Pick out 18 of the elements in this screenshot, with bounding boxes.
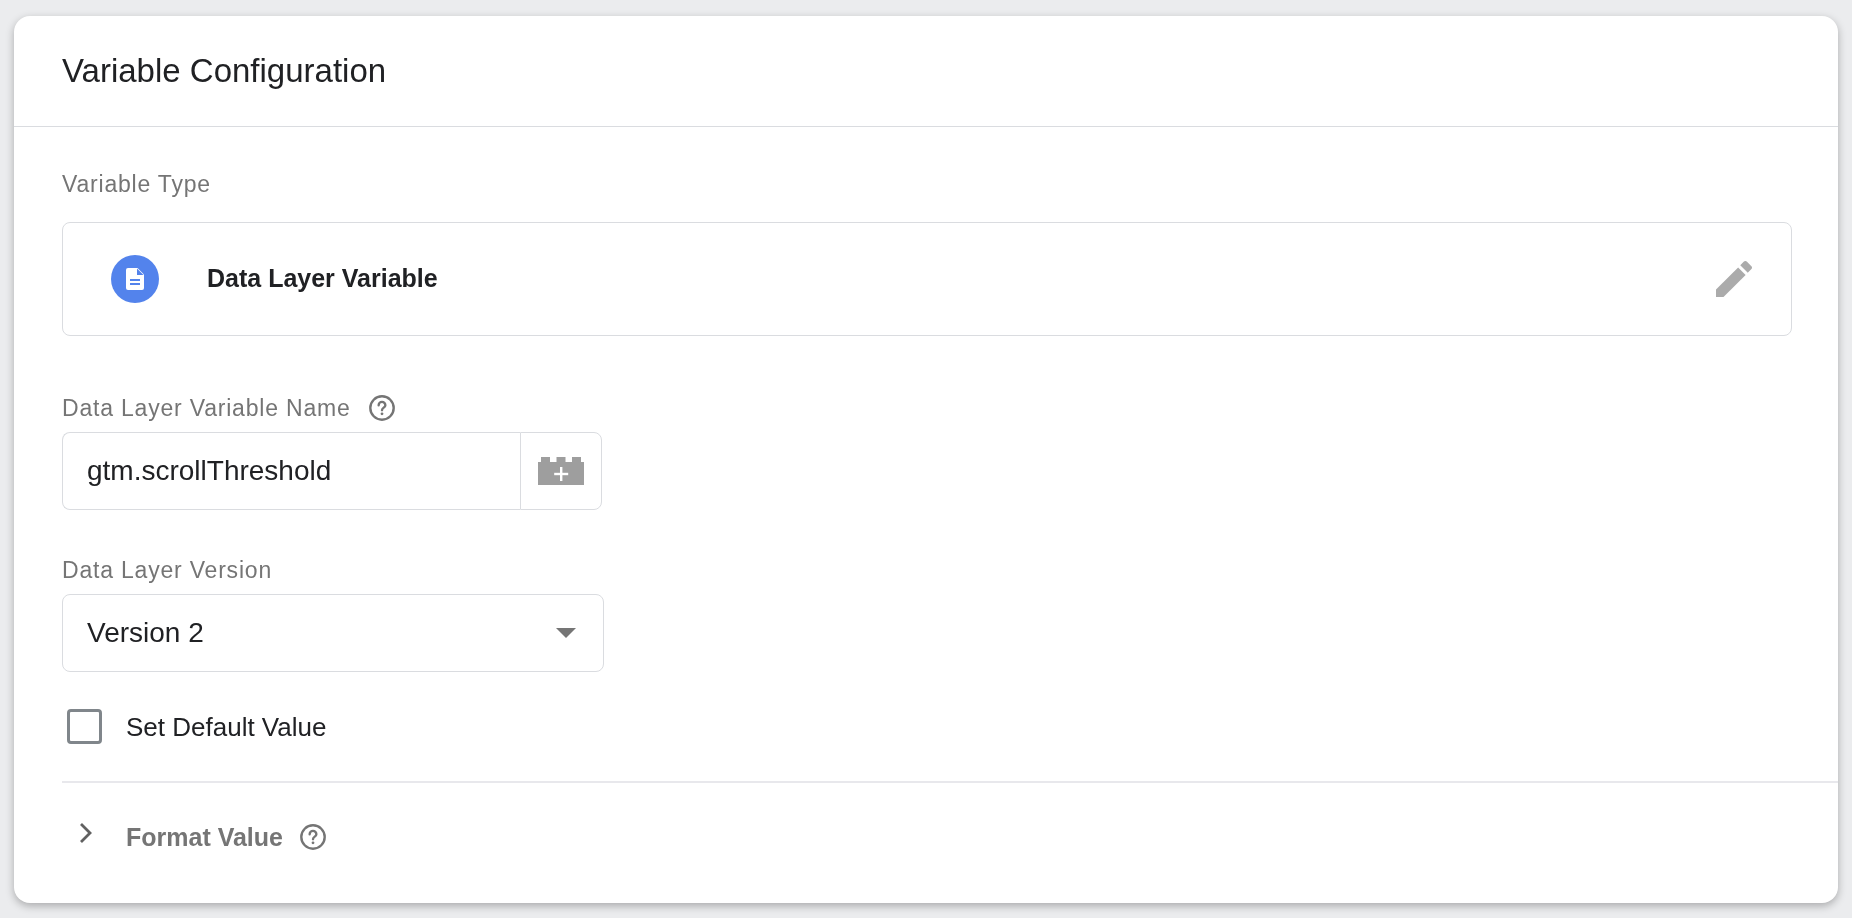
variable-type-name: Data Layer Variable [207, 263, 438, 295]
help-icon[interactable] [368, 395, 395, 421]
format-value-expander[interactable]: Format Value [79, 821, 283, 853]
caret-down-icon [556, 628, 576, 638]
variable-name-field[interactable]: gtm.scrollThreshold [62, 432, 520, 510]
field-label: Data Layer Variable Name [62, 395, 351, 421]
pencil-icon[interactable] [1716, 261, 1752, 297]
field-label: Data Layer Version [62, 557, 272, 583]
variable-picker-button[interactable] [520, 432, 602, 510]
document-icon [111, 255, 159, 303]
checkbox-label[interactable]: Set Default Value [126, 710, 327, 743]
help-icon[interactable] [300, 824, 326, 850]
panel-title: Variable Configuration [62, 51, 387, 91]
version-select[interactable]: Version 2 [62, 594, 604, 672]
variable-type-card[interactable]: Data Layer Variable [62, 222, 1792, 336]
variable-type-label: Variable Type [62, 171, 211, 197]
brick-plus-icon [538, 457, 584, 485]
checkbox[interactable] [67, 709, 102, 744]
